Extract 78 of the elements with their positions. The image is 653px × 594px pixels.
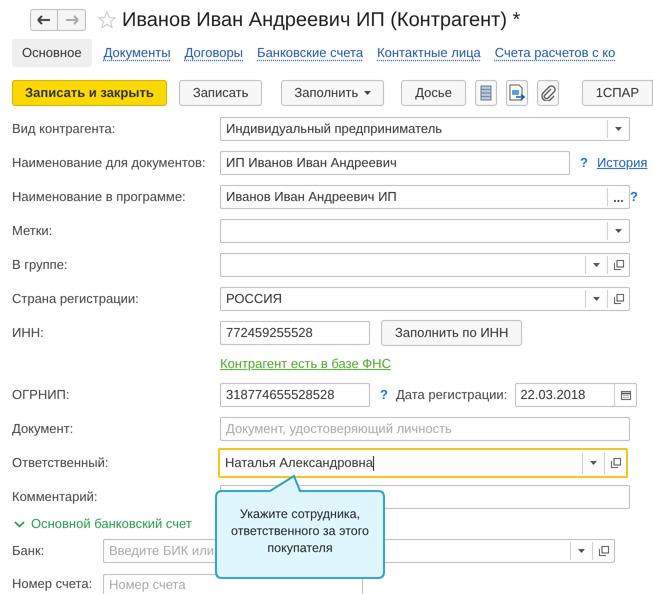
dropdown-icon	[578, 549, 585, 553]
forward-arrow-icon	[64, 15, 78, 25]
placeholder-text: Документ, удостоверяющий личность	[226, 420, 452, 438]
field-value: Иванов Иван Андреевич ИП	[226, 188, 397, 206]
field-label: Дата регистрации:	[396, 386, 508, 404]
fill-by-inn-button[interactable]: Заполнить по ИНН	[381, 320, 522, 346]
field-label: ОГРНИП:	[11, 386, 71, 404]
export-button[interactable]	[506, 80, 528, 106]
combo-field[interactable]: Наталья Александровна	[218, 448, 628, 478]
field-label: Комментарий:	[11, 488, 98, 506]
field-value: ИП Иванов Иван Андреевич	[226, 154, 397, 172]
date-field[interactable]: 22.03.2018	[515, 383, 638, 407]
input-field[interactable]: 772459255528	[220, 321, 370, 345]
toolbar-button[interactable]: 1СПАР	[582, 80, 653, 106]
field-label: Документ:	[11, 420, 74, 438]
list-button[interactable]	[474, 80, 497, 106]
open-window-icon	[598, 546, 608, 556]
dropdown-icon	[593, 263, 600, 267]
field-label: Банк:	[11, 542, 46, 560]
window-title: Иванов Иван Андреевич ИП (Контрагент) *	[122, 8, 520, 33]
field-label: Метки:	[11, 222, 54, 240]
open-window-icon	[614, 294, 624, 304]
placeholder-text: Номер счета	[109, 576, 186, 594]
attach-button[interactable]	[536, 80, 559, 106]
dropdown-icon	[593, 297, 600, 301]
tab[interactable]: Документы	[102, 39, 173, 67]
field-value: 772459255528	[226, 324, 313, 342]
placeholder-text: Введите БИК или	[109, 542, 214, 560]
field-label: ИНН:	[11, 324, 45, 342]
paperclip-icon	[540, 85, 556, 101]
back-arrow-icon	[37, 15, 51, 25]
dropdown-icon	[590, 461, 597, 465]
tab[interactable]: Договоры	[182, 39, 246, 67]
field-value: Индивидуальный предприниматель	[226, 120, 442, 138]
toolbar-button[interactable]: Записать	[178, 80, 262, 106]
combo-field[interactable]	[220, 219, 630, 243]
caret-icon	[364, 91, 372, 95]
field-label: Ответственный:	[11, 454, 110, 472]
open-window-icon	[614, 260, 624, 270]
dropdown-icon	[615, 127, 622, 131]
tab[interactable]: Основное	[12, 39, 92, 67]
dropdown-icon	[615, 229, 622, 233]
field-value: 22.03.2018	[520, 386, 586, 404]
field-label: Страна регистрации:	[11, 290, 140, 308]
open-window-icon	[610, 458, 620, 468]
back-button[interactable]	[30, 9, 58, 31]
field-value: Наталья Александровна	[225, 454, 373, 472]
field-value: 318774655528528	[226, 386, 334, 404]
field-label: В группе:	[11, 256, 69, 274]
input-field[interactable]: ИП Иванов Иван Андреевич	[220, 151, 570, 175]
tooltip-text: Укажите сотрудника, ответственного за этого покупателя	[230, 506, 370, 557]
toolbar-button[interactable]: Досье	[401, 80, 466, 106]
document-arrow-icon	[508, 84, 526, 102]
tab[interactable]: Контактные лица	[375, 39, 483, 67]
field-label: Номер счета:	[11, 574, 94, 593]
tab[interactable]: Счета расчетов с ко	[492, 39, 618, 67]
save-and-close-button[interactable]: Записать и закрыть	[12, 80, 167, 106]
help-link[interactable]: ?	[630, 187, 638, 207]
combo-field[interactable]	[220, 253, 630, 277]
field-label: Наименование в программе:	[11, 188, 187, 206]
field-label: Вид контрагента:	[11, 120, 116, 138]
input-field[interactable]: Иванов Иван Андреевич ИП	[220, 185, 630, 209]
field-value: РОССИЯ	[226, 290, 282, 308]
calendar-icon	[620, 390, 631, 400]
fill-menu-button[interactable]: Заполнить	[281, 80, 384, 106]
list-icon	[480, 85, 492, 101]
field-label: Наименование для документов:	[11, 154, 206, 172]
tab[interactable]: Банковские счета	[255, 39, 366, 67]
text-cursor	[372, 456, 374, 470]
input-field[interactable]: 318774655528528	[220, 383, 370, 407]
section-toggle[interactable]: Основной банковский счет	[0, 514, 192, 534]
star-icon[interactable]	[98, 11, 116, 29]
combo-field[interactable]: Индивидуальный предприниматель	[220, 117, 630, 141]
help-link[interactable]: ?	[380, 385, 388, 405]
chevron-icon	[14, 520, 25, 528]
combo-field[interactable]: РОССИЯ	[220, 287, 630, 311]
history-link[interactable]: История	[596, 153, 648, 173]
help-link[interactable]: ?	[580, 153, 588, 173]
